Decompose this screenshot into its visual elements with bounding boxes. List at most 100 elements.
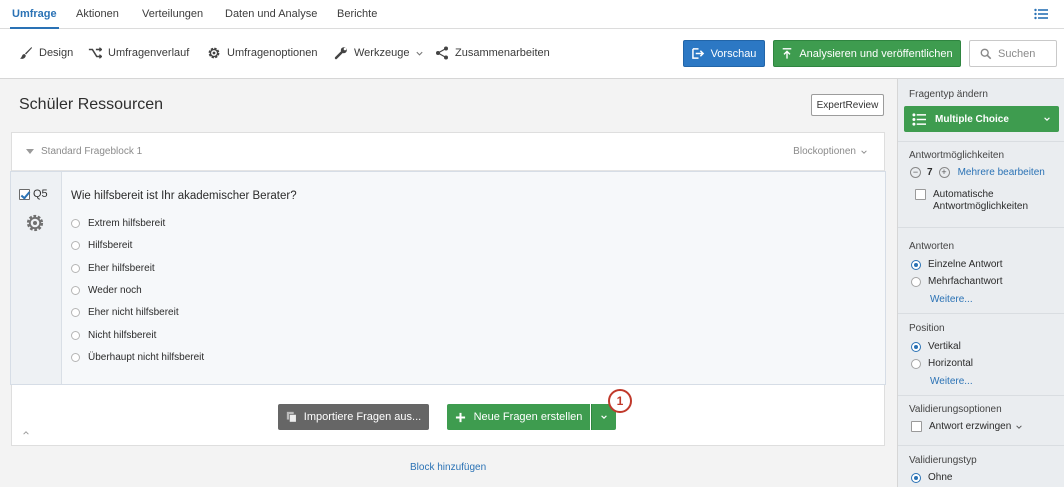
radio-button[interactable] (911, 276, 921, 287)
radio-button[interactable] (71, 219, 80, 228)
choice-count: 7 (927, 167, 933, 178)
choice-item[interactable]: Eher hilfsbereit (71, 263, 155, 274)
import-questions-label: Importiere Fragen aus... (303, 411, 422, 423)
single-answer-label: Einzelne Antwort (928, 259, 1003, 270)
add-question-row: Importiere Fragen aus... Neue Fragen ers… (12, 385, 884, 447)
new-question-button[interactable]: Neue Fragen erstellen (447, 404, 590, 430)
choice-item[interactable]: Hilfsbereit (71, 240, 132, 251)
add-block-link[interactable]: Block hinzufügen (410, 462, 486, 473)
choices-label: Antwortmöglichkeiten (909, 150, 1005, 161)
collaborate-button[interactable]: Zusammenarbeiten (435, 46, 550, 60)
expert-review-button[interactable]: ExpertReview (811, 94, 884, 116)
choice-label: Überhaupt nicht hilfsbereit (88, 352, 205, 363)
choice-label: Eher hilfsbereit (88, 263, 155, 274)
caret-down-icon[interactable] (26, 149, 34, 154)
choice-item[interactable]: Eher nicht hilfsbereit (71, 307, 179, 318)
auto-choices-option[interactable]: Automatische Antwortmöglichkeiten (915, 189, 1028, 213)
radio-button[interactable] (911, 341, 921, 352)
chevron-down-icon[interactable] (1015, 423, 1023, 431)
single-answer-option[interactable]: Einzelne Antwort (911, 259, 1003, 270)
multi-answer-option[interactable]: Mehrfachantwort (911, 276, 1002, 287)
question-type-select[interactable]: Multiple Choice (904, 106, 1059, 132)
publish-button[interactable]: Analysieren und veröffentlichen (773, 40, 961, 67)
plus-icon[interactable]: + (938, 167, 950, 178)
search-icon (980, 48, 992, 59)
choice-item[interactable]: Weder noch (71, 285, 142, 296)
auto-choices-checkbox[interactable] (915, 189, 926, 200)
radio-button[interactable] (71, 353, 80, 362)
tools-label: Werkzeuge (354, 47, 410, 59)
question-text[interactable]: Wie hilfsbereit ist Ihr akademischer Ber… (71, 190, 297, 202)
choice-label: Nicht hilfsbereit (88, 330, 157, 341)
block-header[interactable]: Standard Frageblock 1 Blockoptionen (12, 133, 884, 171)
survey-history-button[interactable]: Umfragenverlauf (88, 46, 189, 60)
chevron-up-icon[interactable] (22, 429, 30, 437)
validation-none-option[interactable]: Ohne (911, 472, 952, 483)
divider (898, 313, 1064, 314)
block-title: Standard Frageblock 1 (41, 146, 143, 157)
survey-options-button[interactable]: Umfragenoptionen (207, 46, 318, 60)
chevron-down-icon (416, 51, 424, 56)
radio-button[interactable] (71, 264, 80, 273)
block-options-menu[interactable]: Blockoptionen (793, 146, 868, 157)
tab-reports[interactable]: Berichte (337, 8, 377, 20)
question-select-checkbox[interactable] (19, 189, 30, 200)
radio-button[interactable] (71, 286, 80, 295)
gear-icon[interactable] (25, 213, 45, 233)
auto-choices-label-line1: Automatische (933, 189, 994, 200)
design-button[interactable]: Design (19, 46, 73, 60)
choice-label: Hilfsbereit (88, 240, 133, 251)
choice-count-stepper: − 7 + Mehrere bearbeiten (910, 167, 1045, 178)
radio-button[interactable] (71, 241, 80, 250)
tools-menu[interactable]: Werkzeuge (334, 46, 424, 60)
choice-item[interactable]: Extrem hilfsbereit (71, 218, 165, 229)
radio-button[interactable] (71, 308, 80, 317)
position-more-link[interactable]: Weitere... (930, 376, 973, 387)
force-response-option[interactable]: Antwort erzwingen (911, 421, 1023, 432)
vertical-label: Vertikal (928, 341, 961, 352)
choice-label: Extrem hilfsbereit (88, 218, 166, 229)
radio-button[interactable] (71, 331, 80, 340)
question-settings-panel: Fragentyp ändern Multiple Choice Antwort… (897, 79, 1064, 487)
force-response-checkbox[interactable] (911, 421, 922, 432)
tab-actions[interactable]: Aktionen (76, 8, 119, 20)
share-icon (436, 46, 448, 60)
divider (898, 227, 1064, 228)
chevron-down-icon (601, 415, 607, 419)
multiple-choice-icon (912, 112, 926, 126)
survey-toolbar: Design Umfragenverlauf Umfragenoptionen … (0, 29, 1064, 79)
horizontal-option[interactable]: Horizontal (911, 358, 973, 369)
auto-choices-label-line2: Antwortmöglichkeiten (933, 201, 1029, 212)
question-card[interactable]: Q5 Wie hilfsbereit ist Ihr akademischer … (10, 171, 886, 385)
tab-data-analysis[interactable]: Daten und Analyse (225, 8, 317, 20)
radio-button[interactable] (911, 472, 921, 483)
minus-icon[interactable]: − (910, 167, 921, 178)
chevron-down-icon (1044, 117, 1050, 121)
tab-survey[interactable]: Umfrage (10, 8, 59, 29)
survey-title: Schüler Ressourcen (19, 96, 164, 113)
question-block: Standard Frageblock 1 Blockoptionen Q5 W… (10, 132, 886, 447)
edit-multiple-link[interactable]: Mehrere bearbeiten (958, 167, 1045, 178)
answers-more-link[interactable]: Weitere... (930, 294, 973, 305)
paintbrush-icon (20, 47, 32, 59)
choice-label: Weder noch (88, 285, 142, 296)
gear-icon (208, 47, 220, 59)
choice-item[interactable]: Nicht hilfsbereit (71, 330, 156, 341)
vertical-option[interactable]: Vertikal (911, 341, 961, 352)
search-input[interactable]: Suchen (969, 40, 1057, 67)
import-questions-button[interactable]: Importiere Fragen aus... (278, 404, 429, 430)
validation-type-label: Validierungstyp (909, 455, 977, 466)
list-icon[interactable] (1034, 8, 1048, 20)
radio-button[interactable] (911, 259, 921, 270)
preview-label: Vorschau (710, 47, 757, 60)
choice-item[interactable]: Überhaupt nicht hilfsbereit (71, 352, 204, 363)
question-gutter: Q5 (11, 172, 62, 384)
upload-icon (783, 48, 792, 59)
tab-distributions[interactable]: Verteilungen (142, 8, 203, 20)
preview-button[interactable]: Vorschau (683, 40, 765, 67)
radio-button[interactable] (911, 358, 921, 369)
publish-label: Analysieren und veröffentlichen (799, 47, 953, 60)
top-navigation: Umfrage Aktionen Verteilungen Daten und … (0, 0, 1064, 29)
horizontal-label: Horizontal (928, 358, 974, 369)
wrench-icon (334, 47, 347, 60)
